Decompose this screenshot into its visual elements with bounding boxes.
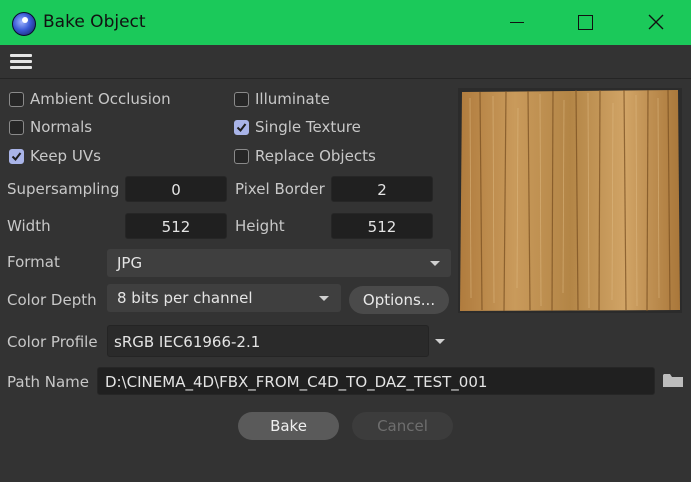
minimize-button[interactable]: [494, 0, 540, 45]
checkbox-box: [9, 148, 24, 164]
illuminate-checkbox[interactable]: Illuminate: [234, 90, 330, 108]
path-name-input[interactable]: D:\CINEMA_4D\FBX_FROM_C4D_TO_DAZ_TEST_00…: [97, 367, 655, 395]
checkbox-box: [9, 119, 24, 135]
keep-uvs-label: Keep UVs: [30, 147, 101, 165]
menu-bar: [0, 45, 691, 79]
supersampling-input[interactable]: 0: [125, 176, 227, 202]
checkbox-box: [234, 148, 249, 164]
single-texture-label: Single Texture: [255, 118, 361, 136]
bake-button[interactable]: Bake: [238, 412, 339, 440]
keep-uvs-checkbox[interactable]: Keep UVs: [9, 147, 101, 165]
pixel-border-input[interactable]: 2: [331, 176, 433, 202]
chevron-down-icon[interactable]: [435, 339, 445, 344]
replace-objects-label: Replace Objects: [255, 147, 376, 165]
hamburger-menu-icon[interactable]: [10, 54, 32, 70]
color-depth-dropdown[interactable]: 8 bits per channel: [107, 284, 341, 312]
checkmark-icon: [11, 151, 22, 161]
chevron-down-icon: [430, 261, 440, 266]
format-label: Format: [7, 253, 60, 271]
supersampling-label: Supersampling: [7, 180, 120, 198]
color-depth-value: 8 bits per channel: [117, 289, 253, 307]
width-label: Width: [7, 217, 51, 235]
pixel-border-label: Pixel Border: [235, 180, 325, 198]
single-texture-checkbox[interactable]: Single Texture: [234, 118, 361, 136]
chevron-down-icon: [319, 296, 329, 301]
ambient-occlusion-label: Ambient Occlusion: [30, 90, 171, 108]
texture-preview-image: [458, 88, 682, 313]
normals-label: Normals: [30, 118, 93, 136]
title-bar: Bake Object: [0, 0, 691, 45]
cinema4d-logo-icon: [12, 12, 36, 36]
format-value: JPG: [117, 254, 143, 272]
illuminate-label: Illuminate: [255, 90, 330, 108]
checkmark-icon: [236, 122, 247, 132]
checkbox-box: [234, 91, 249, 107]
folder-icon[interactable]: [662, 372, 684, 388]
format-dropdown[interactable]: JPG: [107, 249, 451, 277]
height-input[interactable]: 512: [331, 213, 433, 239]
path-name-label: Path Name: [7, 373, 89, 391]
replace-objects-checkbox[interactable]: Replace Objects: [234, 147, 376, 165]
ambient-occlusion-checkbox[interactable]: Ambient Occlusion: [9, 90, 171, 108]
maximize-button[interactable]: [563, 0, 609, 45]
color-depth-label: Color Depth: [7, 291, 97, 309]
checkbox-box: [9, 91, 24, 107]
checkbox-box: [234, 119, 249, 135]
width-input[interactable]: 512: [125, 213, 227, 239]
window-title: Bake Object: [43, 12, 146, 32]
close-icon: [648, 14, 664, 30]
color-profile-label: Color Profile: [7, 333, 98, 351]
normals-checkbox[interactable]: Normals: [9, 118, 92, 136]
cancel-button[interactable]: Cancel: [352, 412, 453, 440]
color-profile-field[interactable]: sRGB IEC61966-2.1: [107, 325, 429, 357]
close-button[interactable]: [634, 0, 680, 45]
height-label: Height: [235, 217, 285, 235]
options-button[interactable]: Options...: [349, 286, 449, 314]
